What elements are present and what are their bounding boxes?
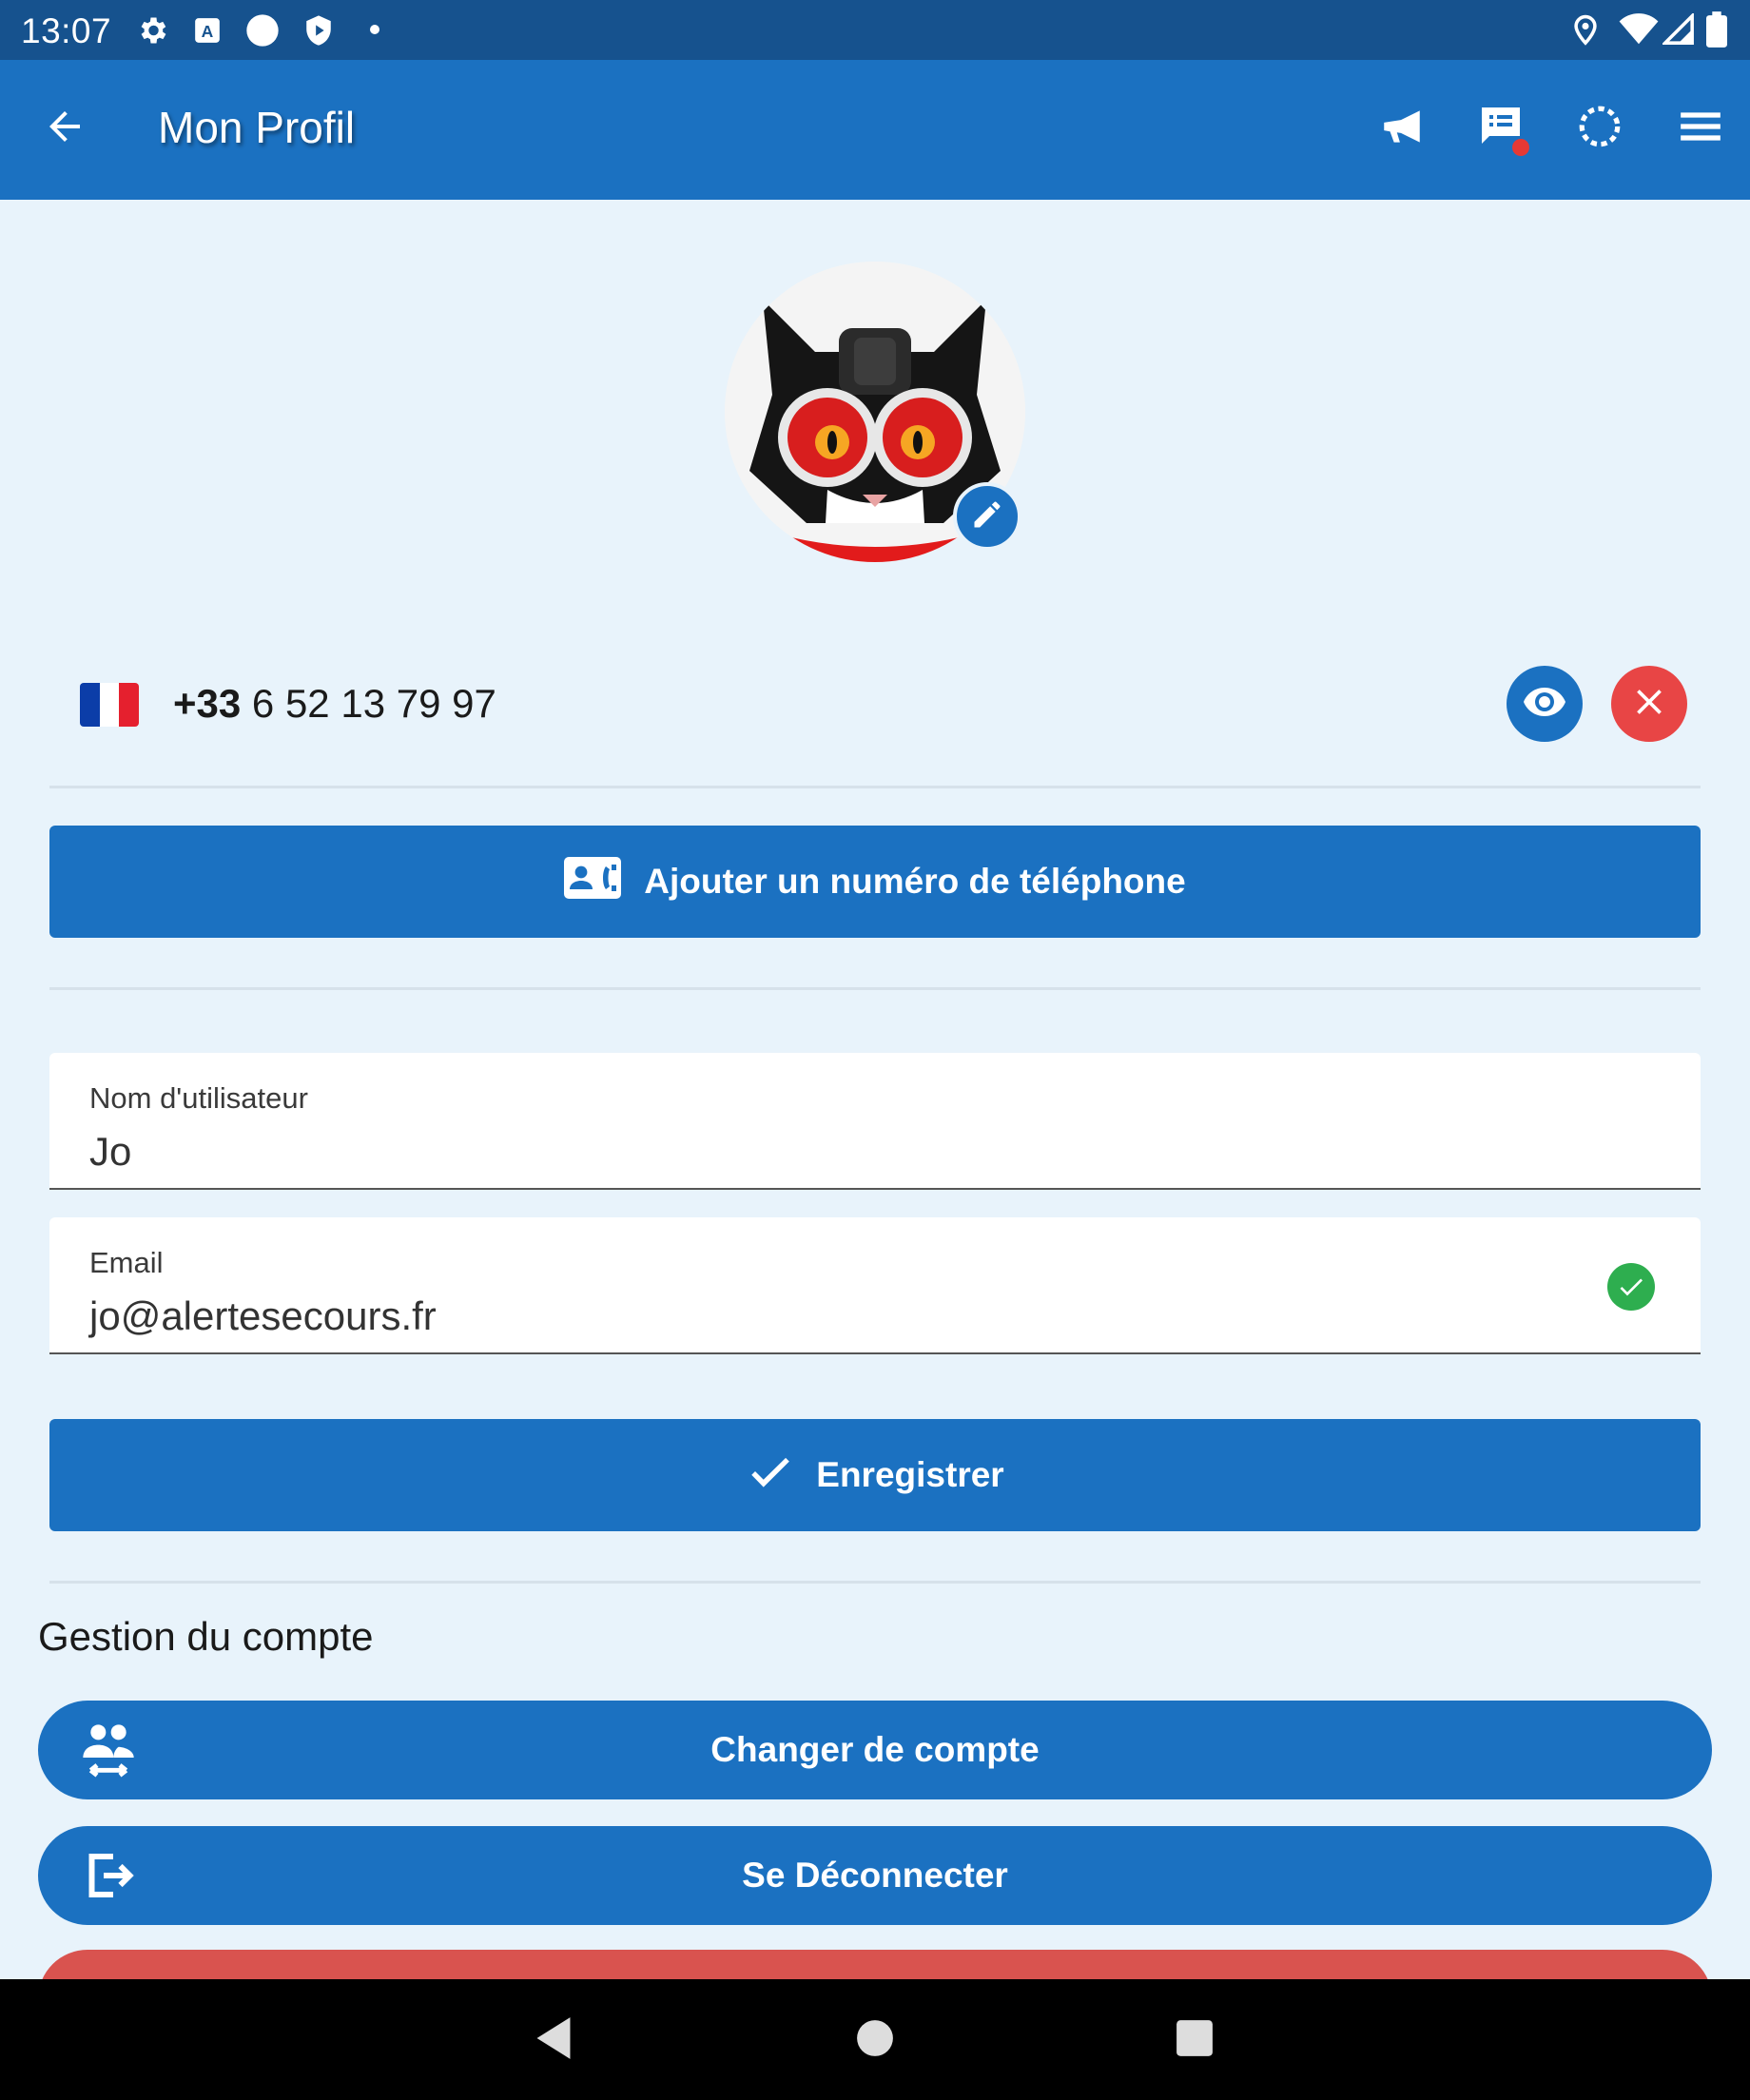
france-flag-icon [80,683,139,727]
nav-back-button[interactable] [523,2010,584,2071]
system-navigation-bar [0,1979,1750,2100]
eye-icon [1522,679,1567,729]
keyboard-a-icon: A [194,17,221,49]
notification-dot [1512,138,1529,156]
add-phone-button[interactable]: Ajouter un numéro de téléphone [49,826,1701,938]
refresh-button[interactable] [1569,98,1630,159]
location-icon [1569,11,1602,52]
email-field[interactable]: Email jo@alertesecours.fr [49,1217,1701,1354]
close-icon [1628,681,1670,728]
status-time: 13:07 [21,11,112,50]
check-circle-icon [1607,1263,1655,1311]
dot-icon [369,23,380,40]
email-label: Email [89,1246,164,1279]
logout-button[interactable]: Se Déconnecter [38,1826,1712,1925]
pencil-icon [970,497,1004,536]
logout-label: Se Déconnecter [742,1856,1008,1895]
shield-icon [302,13,335,52]
app-bar: Mon Profil [0,60,1750,200]
home-circle-icon [855,2018,895,2063]
switch-account-label: Changer de compte [710,1730,1040,1769]
signal-icon [1661,11,1695,50]
divider [49,1581,1701,1584]
nav-home-button[interactable] [845,2010,905,2071]
messages-button[interactable] [1470,98,1531,159]
add-phone-label: Ajouter un numéro de téléphone [644,862,1186,901]
username-label: Nom d'utilisateur [89,1081,308,1115]
save-button[interactable]: Enregistrer [49,1419,1701,1531]
avatar-container [725,262,1025,562]
username-value: Jo [89,1129,132,1174]
circle-icon [243,11,282,54]
username-field[interactable]: Nom d'utilisateur Jo [49,1053,1701,1190]
wifi-icon [1619,13,1659,50]
switch-account-button[interactable]: Changer de compte [38,1701,1712,1799]
email-value: jo@alertesecours.fr [89,1293,437,1338]
view-phone-button[interactable] [1507,666,1583,742]
check-icon [746,1448,793,1504]
phone-local-number: 6 52 13 79 97 [241,681,496,726]
battery-icon [1706,11,1727,52]
page-title: Mon Profil [158,103,356,152]
menu-icon [1677,103,1724,155]
arrow-left-icon [42,104,88,154]
edit-avatar-button[interactable] [953,482,1021,551]
save-label: Enregistrer [816,1455,1004,1494]
gear-icon [135,13,169,52]
divider [49,786,1701,788]
divider [49,987,1701,990]
phone-country-code: +33 [173,681,242,726]
contact-phone-icon [564,856,622,908]
back-triangle-icon [533,2015,574,2066]
phone-number-row: +33 6 52 13 79 97 [49,656,1701,751]
megaphone-icon [1378,103,1426,155]
recents-square-icon [1175,2018,1215,2063]
menu-button[interactable] [1670,98,1731,159]
phone-number: +33 6 52 13 79 97 [173,681,496,727]
logout-icon [78,1845,139,1906]
switch-account-icon [78,1720,139,1780]
back-button[interactable] [34,98,95,159]
account-section-title: Gestion du compte [38,1614,374,1659]
message-list-icon [1478,104,1529,156]
announcements-button[interactable] [1371,98,1432,159]
nav-recents-button[interactable] [1164,2010,1225,2071]
svg-text:A: A [202,22,214,41]
refresh-icon [1576,103,1624,155]
status-bar: 13:07 A [0,0,1750,60]
delete-phone-button[interactable] [1611,666,1687,742]
